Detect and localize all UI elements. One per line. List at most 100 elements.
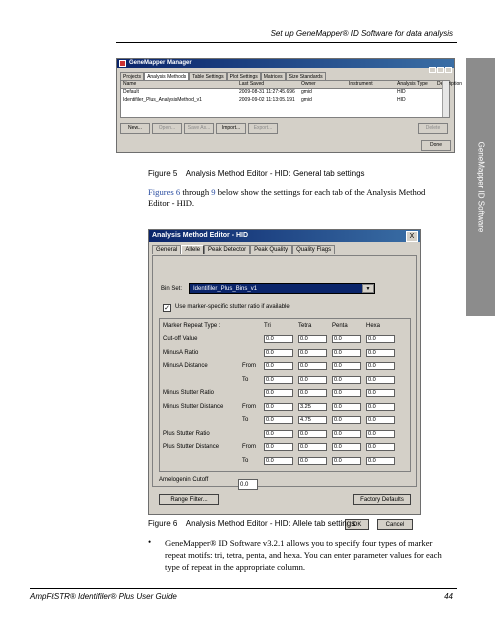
value-field[interactable]: 0.0 xyxy=(298,456,327,465)
value-field[interactable]: 0.0 xyxy=(332,375,361,384)
col-name[interactable]: Name xyxy=(123,81,136,88)
value-field[interactable]: 0.0 xyxy=(264,402,293,411)
value-field[interactable]: 0.0 xyxy=(332,389,361,397)
bullet-mark: • xyxy=(148,537,152,547)
bin-set-select[interactable]: Identifiler_Plus_Bins_v1 xyxy=(189,283,375,294)
allele-panel: Bin Set: Identifiler_Plus_Bins_v1 ▼ ✓ Us… xyxy=(152,255,417,487)
range-filter-button[interactable]: Range Filter... xyxy=(159,494,219,505)
value-field[interactable]: 0.0 xyxy=(366,362,395,370)
value-field[interactable]: 0.0 xyxy=(366,416,395,424)
figure-6-caption: Figure 6 Analysis Method Editor - HID: A… xyxy=(148,519,356,528)
value-field[interactable]: 4.75 xyxy=(298,416,327,424)
amelogenin-label: Amelogenin Cutoff xyxy=(159,477,209,483)
factory-defaults-button[interactable]: Factory Defaults xyxy=(353,494,411,505)
cancel-button[interactable]: Cancel xyxy=(377,519,413,530)
side-tab: GeneMapper ID Software xyxy=(466,58,495,316)
col-last-saved[interactable]: Last Saved xyxy=(239,81,264,88)
export-button[interactable]: Export... xyxy=(248,123,278,134)
tab-allele[interactable]: Allele xyxy=(181,245,205,254)
row-label: Plus Stutter Ratio xyxy=(163,430,210,437)
col-instrument[interactable]: Instrument xyxy=(349,81,373,88)
chevron-down-icon[interactable]: ▼ xyxy=(362,284,374,293)
row-sublabel: From xyxy=(242,363,256,369)
value-field[interactable]: 0.0 xyxy=(366,402,395,411)
value-field[interactable]: 0.0 xyxy=(332,429,361,438)
done-button[interactable]: Done xyxy=(421,140,451,151)
value-field[interactable]: 0.0 xyxy=(332,362,361,370)
table-row[interactable]: Identifiler_Plus_AnalysisMethod_v1 2009-… xyxy=(121,97,443,104)
col-owner[interactable]: Owner xyxy=(301,81,316,88)
import-button[interactable]: Import... xyxy=(216,123,246,134)
marker-repeat-table: Marker Repeat Type : Tri Tetra Penta Hex… xyxy=(159,318,411,472)
minimize-icon[interactable] xyxy=(429,67,436,73)
value-field[interactable]: 0.0 xyxy=(366,456,395,465)
table-row[interactable]: Default 2009-08-31 11:27:45.696 gmid HID xyxy=(121,89,443,96)
value-field[interactable]: 0.0 xyxy=(298,335,327,343)
value-field[interactable]: 0.0 xyxy=(366,443,395,451)
manager-button-row: New... Open... Save As... Import... Expo… xyxy=(120,123,448,134)
value-field[interactable]: 0.0 xyxy=(298,375,327,384)
value-field[interactable]: 0.0 xyxy=(366,335,395,343)
bullet-text: GeneMapper® ID Software v3.2.1 allows yo… xyxy=(165,538,442,572)
value-field[interactable]: 0.0 xyxy=(264,375,293,384)
marker-repeat-type-label: Marker Repeat Type : xyxy=(163,323,221,329)
editor-title: Analysis Method Editor - HID xyxy=(149,230,420,242)
value-field[interactable]: 0.0 xyxy=(298,389,327,397)
cell-owner: gmid xyxy=(301,97,312,103)
app-icon xyxy=(119,60,126,67)
close-icon[interactable]: X xyxy=(406,231,418,242)
value-field[interactable]: 0.0 xyxy=(366,429,395,438)
value-field[interactable]: 0.0 xyxy=(366,348,395,357)
value-field[interactable]: 0.0 xyxy=(332,335,361,343)
value-field[interactable]: 0.0 xyxy=(264,443,293,451)
editor-tabs: General Allele Peak Detector Peak Quality Qu… xyxy=(152,245,336,254)
col-description[interactable]: Description xyxy=(437,81,462,88)
value-field[interactable]: 0.0 xyxy=(264,416,293,424)
figure-6-link[interactable]: Figures 6 xyxy=(148,187,180,197)
cell-owner: gmid xyxy=(301,89,312,95)
intro-paragraph: Figures 6 through 9 below show the setti… xyxy=(148,187,448,209)
tab-general[interactable]: General xyxy=(152,245,182,254)
value-field[interactable]: 0.0 xyxy=(298,348,327,357)
value-field[interactable]: 0.0 xyxy=(366,389,395,397)
value-field[interactable]: 0.0 xyxy=(332,456,361,465)
row-label: Plus Stutter Distance xyxy=(163,444,220,450)
row-sublabel: To xyxy=(242,376,249,383)
close-icon[interactable] xyxy=(445,67,452,73)
stutter-ratio-checkbox[interactable]: ✓ xyxy=(163,304,171,312)
new-button[interactable]: New... xyxy=(120,123,150,134)
tab-quality-flags[interactable]: Quality Flags xyxy=(292,245,336,254)
value-field[interactable]: 0.0 xyxy=(264,429,293,438)
value-field[interactable]: 3.25 xyxy=(298,402,327,411)
value-field[interactable]: 0.0 xyxy=(264,348,293,357)
value-field[interactable]: 0.0 xyxy=(264,335,293,343)
delete-button[interactable]: Delete xyxy=(418,123,448,134)
table-scrollbar[interactable] xyxy=(442,81,449,117)
value-field[interactable]: 0.0 xyxy=(332,348,361,357)
value-field[interactable]: 0.0 xyxy=(298,443,327,451)
value-field[interactable]: 0.0 xyxy=(332,443,361,451)
value-field[interactable]: 0.0 xyxy=(298,362,327,370)
value-field[interactable]: 0.0 xyxy=(264,456,293,465)
methods-table: Name Last Saved Owner Instrument Analysi… xyxy=(120,80,462,118)
tab-peak-quality[interactable]: Peak Quality xyxy=(250,245,293,254)
value-field[interactable]: 0.0 xyxy=(298,429,327,438)
save-as-button[interactable]: Save As... xyxy=(184,123,214,134)
footer-rule xyxy=(30,588,457,589)
open-button[interactable]: Open... xyxy=(152,123,182,134)
row-sublabel: To xyxy=(242,457,249,464)
row-sublabel: From xyxy=(242,444,256,450)
col-analysis-type[interactable]: Analysis Type xyxy=(397,81,428,88)
value-field[interactable]: 0.0 xyxy=(332,416,361,424)
figure-5-caption: Figure 5 Analysis Method Editor - HID: G… xyxy=(148,169,365,178)
page-number: 44 xyxy=(444,592,453,601)
value-field[interactable]: 0.0 xyxy=(366,375,395,384)
value-field[interactable]: 0.0 xyxy=(332,402,361,411)
value-field[interactable]: 0.0 xyxy=(264,362,293,370)
tab-peak-detector[interactable]: Peak Detector xyxy=(204,245,251,254)
amelogenin-field[interactable]: 0.0 xyxy=(238,479,258,490)
value-field[interactable]: 0.0 xyxy=(264,389,293,397)
maximize-icon[interactable] xyxy=(437,67,444,73)
cell-name: Identifiler_Plus_AnalysisMethod_v1 xyxy=(123,97,202,103)
row-label: MinusA Ratio xyxy=(163,349,199,356)
